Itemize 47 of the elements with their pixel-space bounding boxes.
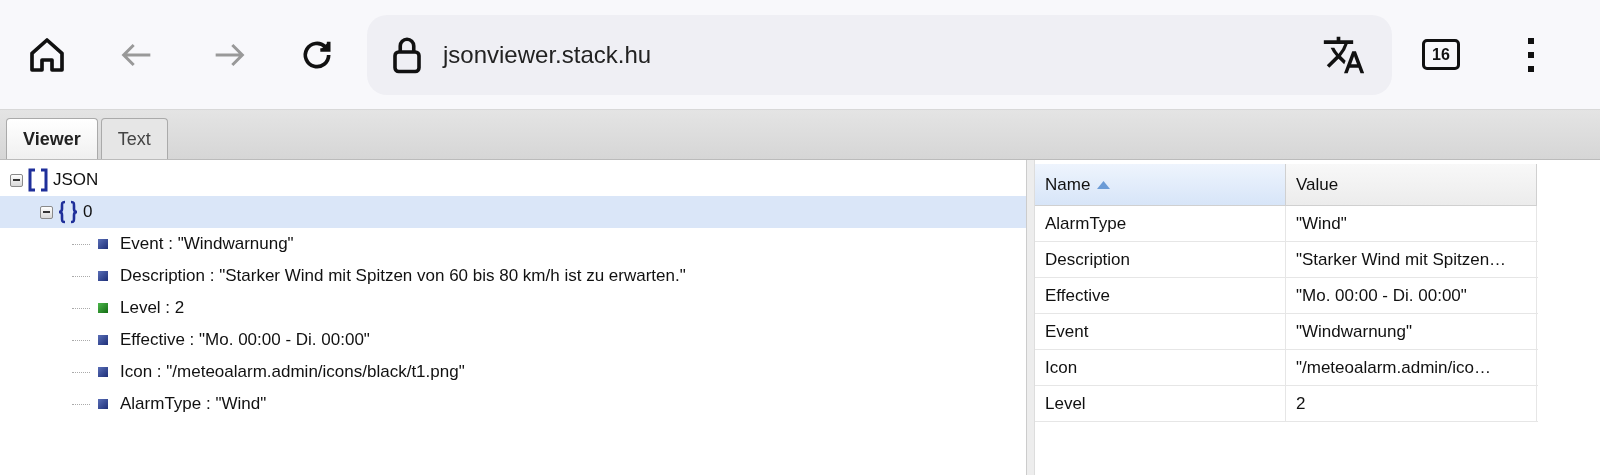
tab[interactable]: Viewer — [6, 118, 98, 159]
more-icon[interactable] — [1526, 36, 1536, 73]
sort-ascending-icon — [1097, 180, 1111, 189]
table-cell: AlarmType — [1035, 206, 1286, 241]
collapse-icon[interactable] — [40, 205, 53, 219]
table-cell: Effective — [1035, 278, 1286, 313]
table-cell: Description — [1035, 242, 1286, 277]
collapse-icon[interactable] — [10, 173, 23, 187]
tree-row[interactable]: JSON — [0, 164, 1026, 196]
table-cell: "Mo. 00:00 - Di. 00:00" — [1286, 278, 1537, 313]
square-icon — [98, 303, 108, 313]
tree-row[interactable]: Icon : "/meteoalarm.admin/icons/black/t1.png" — [0, 356, 1026, 388]
table-cell: Icon — [1035, 350, 1286, 385]
node-label: JSON — [53, 169, 99, 192]
table-cell: Level — [1035, 386, 1286, 421]
node-label: Description : "Starker Wind mit Spitzen von 60 bis 80 km/h ist zu erwarten." — [120, 265, 686, 288]
square-icon — [98, 399, 108, 409]
tree-row[interactable]: AlarmType : "Wind" — [0, 388, 1026, 420]
square-icon — [98, 335, 108, 345]
tree-row[interactable]: Event : "Windwarnung" — [0, 228, 1026, 260]
url-text: jsonviewer.stack.hu — [443, 39, 652, 70]
tree-row[interactable]: Level : 2 — [0, 292, 1026, 324]
column-header[interactable]: Value — [1286, 164, 1537, 206]
node-label: Icon : "/meteoalarm.admin/icons/black/t1.png" — [120, 361, 465, 384]
node-label: AlarmType : "Wind" — [120, 393, 267, 416]
tab[interactable]: Text — [100, 118, 168, 159]
table-cell: "Windwarnung" — [1286, 314, 1537, 349]
brackets-icon — [27, 168, 49, 192]
table-cell: Event — [1035, 314, 1286, 349]
table-cell: 2 — [1286, 386, 1537, 421]
node-label: Event : "Windwarnung" — [120, 233, 294, 256]
table-cell: "/meteoalarm.admin/ico… — [1286, 350, 1537, 385]
table-cell: "Starker Wind mit Spitzen… — [1286, 242, 1537, 277]
table-cell: "Wind" — [1286, 206, 1537, 241]
tree-row[interactable]: Description : "Starker Wind mit Spitzen von 60 bis 80 km/h ist zu erwarten." — [0, 260, 1026, 292]
node-label: 0 — [83, 201, 93, 224]
tree-row[interactable]: Effective : "Mo. 00:00 - Di. 00:00" — [0, 324, 1026, 356]
braces-icon — [57, 200, 79, 224]
node-label: Level : 2 — [120, 297, 185, 320]
tree-row[interactable]: 0 — [0, 196, 1026, 228]
address-bar[interactable]: jsonviewer.stack.hu — [367, 14, 1392, 95]
square-icon — [98, 367, 108, 377]
square-icon — [98, 239, 108, 249]
column-header[interactable]: Name — [1035, 164, 1286, 206]
square-icon — [98, 271, 108, 281]
node-label: Effective : "Mo. 00:00 - Di. 00:00" — [120, 329, 370, 352]
tab-count-button[interactable]: 16 — [1422, 39, 1460, 70]
